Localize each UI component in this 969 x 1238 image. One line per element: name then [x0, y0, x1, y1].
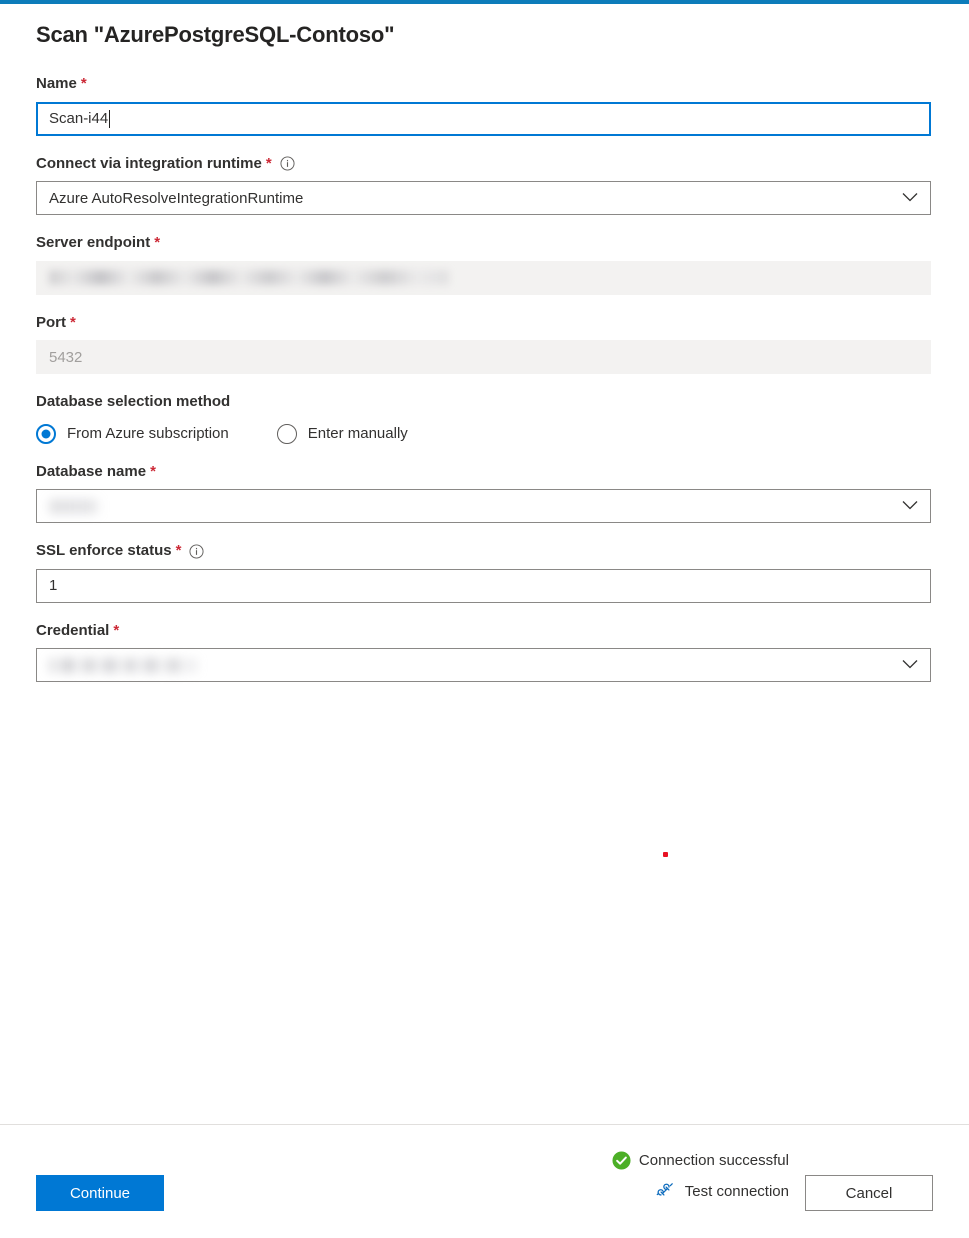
red-dot-marker [663, 852, 668, 857]
required-asterisk: * [81, 74, 87, 94]
field-integration-runtime-label: Connect via integration runtime * [36, 154, 933, 174]
redacted-value [49, 270, 449, 285]
redacted-value [49, 658, 197, 673]
field-database-name: Database name * [36, 462, 933, 524]
test-connection-link[interactable]: Test connection [655, 1181, 789, 1201]
credential-dropdown[interactable] [36, 648, 931, 682]
field-ssl-enforce-status: SSL enforce status * 1 [36, 541, 933, 603]
field-database-name-label-text: Database name [36, 462, 146, 482]
field-name: Name * Scan-i44 [36, 74, 933, 136]
integration-runtime-dropdown[interactable]: Azure AutoResolveIntegrationRuntime [36, 181, 931, 215]
connection-status-text: Connection successful [639, 1152, 789, 1169]
field-ssl-enforce-status-label: SSL enforce status * [36, 541, 933, 561]
field-name-label: Name * [36, 74, 933, 94]
name-input-value: Scan-i44 [49, 110, 108, 127]
field-credential: Credential * [36, 621, 933, 683]
continue-button[interactable]: Continue [36, 1175, 164, 1211]
chevron-down-icon [902, 657, 918, 674]
footer-bar: Continue Connection successful [0, 1125, 969, 1238]
plug-connector-icon [655, 1181, 675, 1201]
radio-selected-icon [36, 424, 56, 444]
field-credential-label: Credential * [36, 621, 933, 641]
field-integration-runtime: Connect via integration runtime * Azure … [36, 154, 933, 216]
page-title: Scan "AzurePostgreSQL-Contoso" [36, 22, 933, 48]
redacted-value [49, 499, 99, 514]
chevron-down-icon [902, 190, 918, 207]
integration-runtime-value: Azure AutoResolveIntegrationRuntime [49, 190, 303, 207]
field-database-selection-method: Database selection method From Azure sub… [36, 392, 933, 444]
required-asterisk: * [70, 313, 76, 333]
database-selection-radio-group: From Azure subscription Enter manually [36, 424, 933, 444]
field-server-endpoint: Server endpoint * [36, 233, 933, 295]
radio-from-azure-subscription[interactable]: From Azure subscription [36, 424, 229, 444]
required-asterisk: * [113, 621, 119, 641]
field-credential-label-text: Credential [36, 621, 109, 641]
success-check-icon [612, 1151, 631, 1170]
field-name-label-text: Name [36, 74, 77, 94]
port-input: 5432 [36, 340, 931, 374]
text-cursor [109, 110, 110, 128]
required-asterisk: * [176, 541, 182, 561]
field-database-selection-method-label: Database selection method [36, 392, 933, 412]
scan-form-panel: Scan "AzurePostgreSQL-Contoso" Name * Sc… [0, 4, 969, 1124]
field-server-endpoint-label: Server endpoint * [36, 233, 933, 253]
radio-unselected-icon [277, 424, 297, 444]
required-asterisk: * [154, 233, 160, 253]
database-name-dropdown[interactable] [36, 489, 931, 523]
field-database-selection-method-label-text: Database selection method [36, 392, 230, 412]
field-port: Port * 5432 [36, 313, 933, 375]
port-value: 5432 [49, 349, 82, 366]
field-port-label: Port * [36, 313, 933, 333]
info-icon[interactable] [280, 156, 295, 171]
connection-status: Connection successful [612, 1151, 789, 1170]
field-database-name-label: Database name * [36, 462, 933, 482]
chevron-down-icon [902, 498, 918, 515]
field-server-endpoint-label-text: Server endpoint [36, 233, 150, 253]
cancel-button[interactable]: Cancel [805, 1175, 933, 1211]
required-asterisk: * [150, 462, 156, 482]
field-port-label-text: Port [36, 313, 66, 333]
radio-enter-manually-label: Enter manually [308, 425, 408, 442]
radio-from-azure-subscription-label: From Azure subscription [67, 425, 229, 442]
info-icon[interactable] [189, 544, 204, 559]
required-asterisk: * [266, 154, 272, 174]
radio-enter-manually[interactable]: Enter manually [277, 424, 408, 444]
ssl-enforce-status-value: 1 [49, 577, 57, 594]
server-endpoint-input [36, 261, 931, 295]
field-ssl-enforce-status-label-text: SSL enforce status [36, 541, 172, 561]
test-connection-label: Test connection [685, 1183, 789, 1200]
ssl-enforce-status-input[interactable]: 1 [36, 569, 931, 603]
field-integration-runtime-label-text: Connect via integration runtime [36, 154, 262, 174]
name-input[interactable]: Scan-i44 [36, 102, 931, 136]
